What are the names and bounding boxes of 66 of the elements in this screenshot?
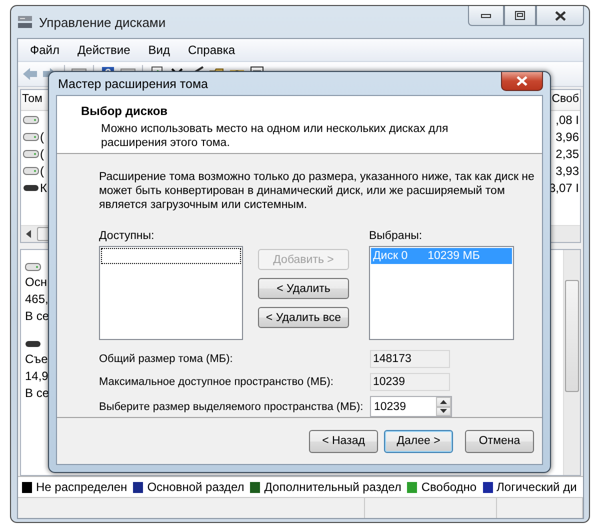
table-cell: 2,35 — [556, 146, 579, 160]
close-icon — [554, 10, 566, 20]
wizard-button[interactable]: < Назад — [309, 430, 378, 452]
legend-label: Дополнительный раздел — [264, 480, 402, 494]
window-title: Управление дисками — [39, 14, 166, 30]
field-label: Общий размер тома (МБ): — [99, 353, 233, 365]
vertical-scrollbar[interactable] — [563, 250, 580, 475]
table-cell: ,08 I — [556, 112, 579, 126]
move-button[interactable]: < Удалить все — [258, 307, 349, 328]
legend-label: Основной раздел — [147, 480, 244, 494]
list-label: Доступны: — [99, 230, 156, 242]
available-disks-list[interactable] — [99, 246, 243, 340]
menu-item[interactable]: Справка — [180, 41, 244, 59]
close-button[interactable] — [536, 6, 584, 26]
legend-label: Свободно — [421, 480, 477, 494]
disk-info-text: Осн — [25, 275, 47, 289]
maximize-icon — [515, 11, 525, 20]
size-spinner[interactable]: 10239 — [370, 396, 452, 417]
table-cell: ( — [40, 130, 44, 144]
disk-info-text: 465, — [25, 292, 48, 306]
move-button[interactable]: < Удалить — [258, 278, 349, 299]
close-icon — [516, 76, 528, 86]
dialog-title: Мастер расширения тома — [58, 76, 208, 90]
readonly-field: 10239 — [370, 373, 450, 391]
field-label: Выберите размер выделяемого пространства (МБ): — [99, 400, 364, 412]
maximize-button[interactable] — [504, 6, 536, 26]
column-header[interactable]: Своб — [550, 90, 580, 110]
wizard-description: Можно использовать место на одном или нескольких дисках для расширения этого тома. — [101, 122, 450, 150]
list-label: Выбраны: — [369, 230, 424, 242]
menu-item[interactable]: Действие — [70, 41, 138, 59]
drive-icon — [23, 148, 39, 158]
scrollbar-thumb[interactable] — [565, 280, 579, 392]
drive-icon — [23, 166, 39, 176]
disk-info-text: 14,9 — [25, 369, 48, 383]
close-button[interactable] — [501, 72, 543, 91]
drive-icon — [25, 262, 41, 272]
disk-info-text: В се — [25, 309, 50, 323]
drive-icon — [23, 132, 39, 142]
legend-label: Логический ди — [496, 480, 577, 494]
minimize-button[interactable] — [468, 6, 504, 26]
up-arrow-icon — [440, 400, 447, 404]
column-header[interactable]: Том — [21, 90, 44, 110]
table-cell: ( — [40, 164, 44, 178]
table-cell: 3,93 — [556, 164, 579, 178]
disk-info-text: Съе — [25, 352, 48, 366]
drive-icon — [23, 182, 39, 192]
drive-icon — [25, 339, 41, 349]
down-arrow-icon — [440, 409, 447, 414]
menu-item[interactable]: Вид — [140, 41, 178, 59]
table-cell: К — [40, 180, 47, 194]
menu-item[interactable]: Файл — [22, 41, 68, 59]
readonly-field: 148173 — [370, 350, 450, 368]
left-arrow-icon[interactable] — [26, 230, 32, 238]
wizard-button[interactable]: Далее > — [384, 430, 453, 452]
wizard-heading: Выбор дисков — [81, 104, 169, 118]
spin-up-button[interactable] — [436, 397, 451, 406]
minimize-icon — [481, 14, 491, 18]
disk-management-icon — [17, 14, 33, 30]
legend-label: Не распределен — [36, 480, 128, 494]
table-cell: 3,96 — [556, 130, 579, 144]
wizard-button[interactable]: Отмена — [465, 430, 534, 452]
disk-info-text: В се — [25, 386, 50, 400]
table-cell: ( — [40, 146, 44, 160]
field-label: Максимальное доступное пространство (МБ): — [99, 376, 334, 388]
info-text: Расширение тома возможно только до размера, указанного ниже, так как диск не может быть конвертирован в динамический диск, или же расширяемый том является загрузочным или системным. — [99, 170, 536, 212]
drive-icon — [23, 114, 39, 124]
